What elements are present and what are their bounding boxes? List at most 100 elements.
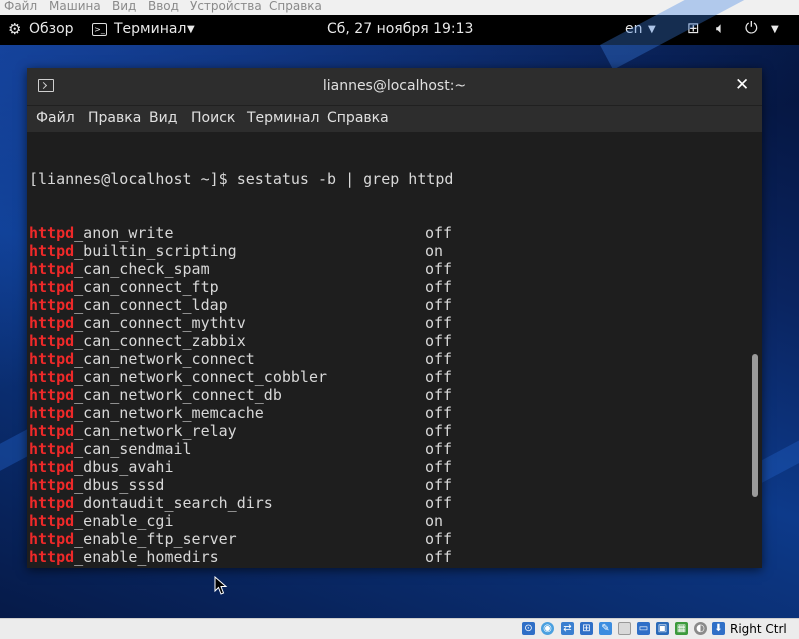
terminal-row: httpd_can_check_spam off: [29, 260, 453, 278]
cd-icon[interactable]: ◉: [541, 622, 554, 635]
boolean-name: _dbus_avahi: [74, 458, 174, 476]
boolean-value: off: [425, 422, 453, 440]
terminal-row: httpd_can_connect_mythtv off: [29, 314, 453, 332]
boolean-name: _can_check_spam: [74, 260, 210, 278]
vbox-menu-input[interactable]: Ввод: [148, 0, 179, 13]
record-icon[interactable]: ▣: [656, 622, 669, 635]
window-titlebar[interactable]: liannes@localhost:~ ✕: [27, 68, 762, 106]
boolean-prefix: httpd: [29, 314, 75, 332]
boolean-name: _enable_homedirs: [74, 548, 219, 566]
boolean-value: on: [425, 242, 444, 260]
terminal-window: liannes@localhost:~ ✕ Файл Правка Вид По…: [27, 68, 762, 568]
boolean-prefix: httpd: [29, 458, 75, 476]
terminal-lines: [liannes@localhost ~]$ sestatus -b | gre…: [29, 134, 453, 568]
vbox-menu-machine[interactable]: Машина: [49, 0, 101, 13]
gnome-foot-icon: ⚙: [8, 20, 22, 38]
boolean-value: off: [425, 368, 453, 386]
boolean-name: _dbus_sssd: [74, 476, 165, 494]
boolean-prefix: httpd: [29, 422, 75, 440]
chevron-down-icon[interactable]: ▼: [187, 24, 195, 35]
app-menu-button[interactable]: Терминал: [114, 21, 186, 37]
boolean-value: off: [425, 404, 453, 422]
chevron-down-icon[interactable]: ▼: [771, 24, 779, 35]
vbox-menu-help[interactable]: Справка: [269, 0, 322, 13]
boolean-prefix: httpd: [29, 404, 75, 422]
menu-file[interactable]: Файл: [36, 110, 75, 126]
boolean-value: off: [425, 476, 453, 494]
terminal-row: httpd_dontaudit_search_dirs off: [29, 494, 453, 512]
terminal-row: httpd_builtin_scripting on: [29, 242, 453, 260]
boolean-prefix: httpd: [29, 368, 75, 386]
terminal-output[interactable]: [liannes@localhost ~]$ sestatus -b | gre…: [27, 132, 762, 568]
menu-terminal[interactable]: Терминал: [247, 110, 319, 126]
hdd-icon[interactable]: ⊙: [522, 622, 535, 635]
mouse-cursor-icon: [214, 576, 228, 595]
scrollbar-thumb[interactable]: [752, 354, 758, 497]
boolean-value: off: [425, 260, 453, 278]
terminal-row: httpd_can_network_relay off: [29, 422, 453, 440]
boolean-value: off: [425, 224, 453, 242]
menu-help[interactable]: Справка: [327, 110, 389, 126]
activities-button[interactable]: Обзор: [29, 21, 74, 37]
volume-icon[interactable]: 🔈︎: [716, 19, 725, 37]
boolean-value: off: [425, 440, 453, 458]
pen-icon[interactable]: ✎: [599, 622, 612, 635]
boolean-name: _can_network_connect_cobbler: [74, 368, 328, 386]
terminal-row: httpd_dbus_avahi off: [29, 458, 453, 476]
display-icon[interactable]: ▭: [637, 622, 650, 635]
cpu-icon[interactable]: ▦: [675, 622, 688, 635]
terminal-row: httpd_can_network_memcache off: [29, 404, 453, 422]
boolean-prefix: httpd: [29, 494, 75, 512]
boolean-prefix: httpd: [29, 530, 75, 548]
boolean-name: _can_connect_mythtv: [74, 314, 246, 332]
boolean-name: _execmem: [74, 566, 146, 568]
boolean-prefix: httpd: [29, 332, 75, 350]
terminal-row: httpd_execmem off: [29, 566, 453, 568]
boolean-name: _builtin_scripting: [74, 242, 237, 260]
boolean-name: _enable_ftp_server: [74, 530, 237, 548]
boolean-value: off: [425, 494, 453, 512]
terminal-prompt-line: [liannes@localhost ~]$ sestatus -b | gre…: [29, 170, 454, 188]
mouse-icon[interactable]: ◐: [694, 622, 707, 635]
boolean-prefix: httpd: [29, 512, 75, 530]
boolean-value: off: [425, 458, 453, 476]
terminal-row: httpd_anon_write off: [29, 224, 453, 242]
boolean-value: on: [425, 512, 444, 530]
close-icon[interactable]: ✕: [735, 75, 749, 95]
terminal-row: httpd_can_network_connect off: [29, 350, 453, 368]
arrow-down-icon[interactable]: ⬇: [712, 622, 725, 635]
terminal-row: httpd_can_network_connect_cobbler off: [29, 368, 453, 386]
boolean-prefix: httpd: [29, 224, 75, 242]
power-icon[interactable]: ⏻: [745, 18, 758, 38]
terminal-row: httpd_dbus_sssd off: [29, 476, 453, 494]
boolean-name: _dontaudit_search_dirs: [74, 494, 273, 512]
boolean-name: _can_network_connect_db: [74, 386, 282, 404]
vbox-menu-file[interactable]: Файл: [4, 0, 37, 13]
boolean-value: off: [425, 530, 453, 548]
boolean-prefix: httpd: [29, 296, 75, 314]
vbox-menu-devices[interactable]: Устройства: [190, 0, 262, 13]
boolean-value: off: [425, 350, 453, 368]
boolean-value: off: [425, 332, 453, 350]
terminal-row: httpd_enable_ftp_server off: [29, 530, 453, 548]
clock[interactable]: Сб, 27 ноября 19:13: [327, 21, 473, 37]
boolean-value: off: [425, 548, 453, 566]
boolean-prefix: httpd: [29, 386, 75, 404]
network-icon[interactable]: ⊞: [580, 622, 593, 635]
menu-view[interactable]: Вид: [149, 110, 177, 126]
terminal-row: httpd_can_sendmail off: [29, 440, 453, 458]
boolean-prefix: httpd: [29, 548, 75, 566]
folder-icon[interactable]: [618, 622, 631, 635]
boolean-prefix: httpd: [29, 566, 74, 568]
boolean-prefix: httpd: [29, 350, 75, 368]
boolean-name: _can_sendmail: [74, 440, 192, 458]
usb-icon[interactable]: ⇄: [561, 622, 574, 635]
menu-search[interactable]: Поиск: [191, 110, 235, 126]
boolean-name: _can_connect_zabbix: [74, 332, 246, 350]
vbox-menu-view[interactable]: Вид: [112, 0, 136, 13]
terminal-app-icon: >_: [92, 23, 107, 36]
boolean-value: off: [425, 386, 453, 404]
menu-edit[interactable]: Правка: [88, 110, 141, 126]
boolean-prefix: httpd: [29, 242, 75, 260]
boolean-name: _enable_cgi: [74, 512, 174, 530]
